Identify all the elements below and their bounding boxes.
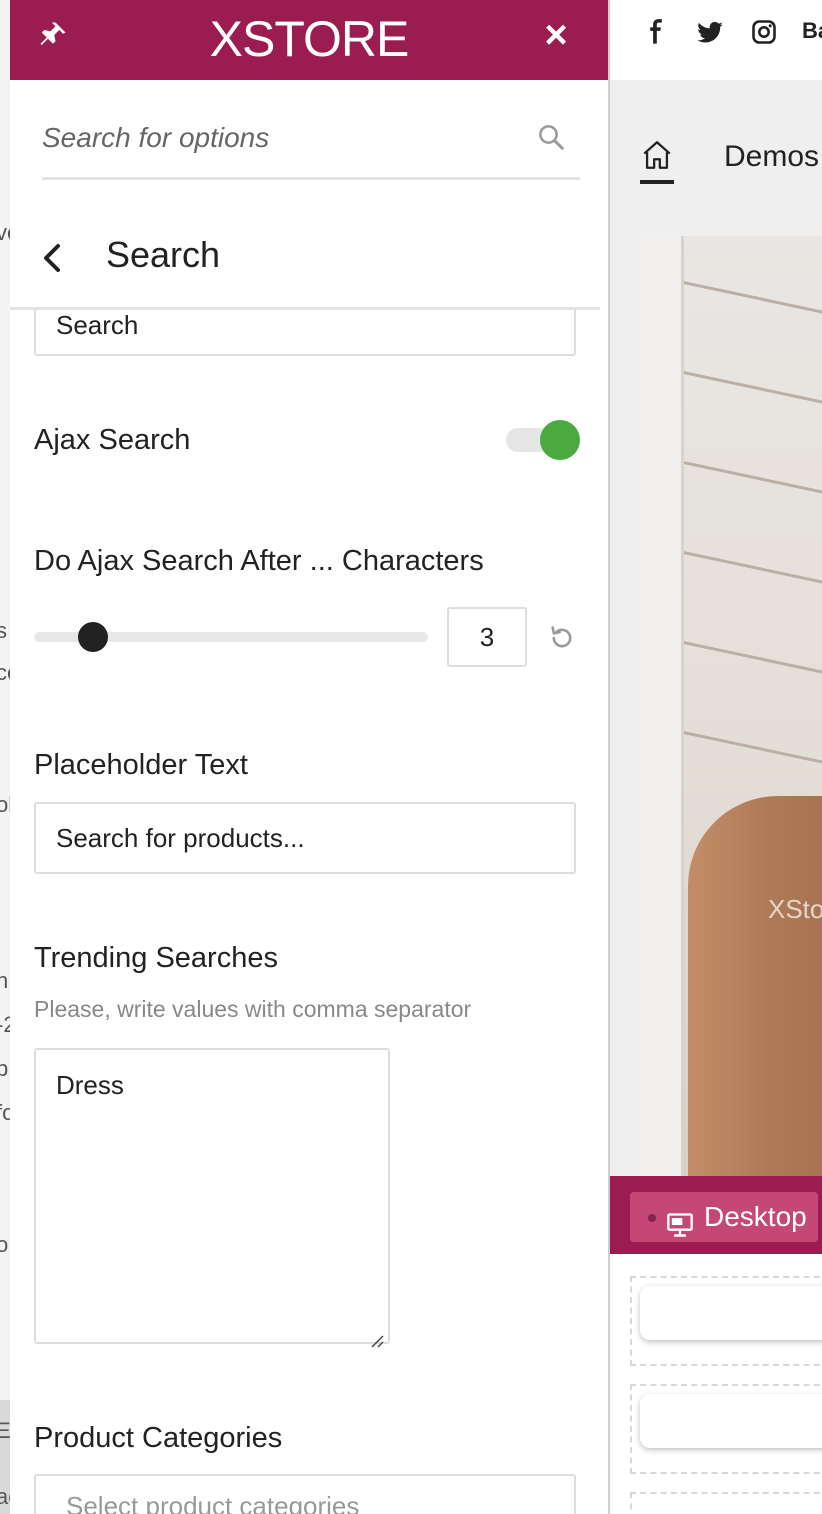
- wooden-post: [640, 236, 684, 1180]
- twitter-icon[interactable]: [696, 18, 724, 46]
- home-icon[interactable]: [640, 138, 674, 172]
- desktop-device-label: Desktop: [704, 1201, 807, 1232]
- builder-slot[interactable]: [630, 1384, 822, 1474]
- device-indicator-dot: [648, 1214, 656, 1222]
- background-text-fragment: s: [0, 618, 7, 643]
- background-text-fragment: E: [0, 1418, 10, 1443]
- wood-plank-line: [684, 461, 822, 494]
- background-text-fragment: oh: [0, 792, 10, 817]
- ajax-search-label: Ajax Search: [34, 424, 191, 456]
- nav-demos-link[interactable]: Demos: [724, 140, 819, 174]
- trending-searches-textarea[interactable]: Dress: [34, 1048, 390, 1348]
- background-text-fragment: p: [0, 1056, 9, 1081]
- trending-searches-label: Trending Searches: [34, 942, 278, 974]
- image-watermark: XSto: [768, 894, 822, 924]
- background-text-fragment: -2: [0, 1012, 10, 1037]
- section-title: Search: [106, 234, 221, 275]
- placeholder-text-input[interactable]: Search for products...: [34, 802, 576, 874]
- ajax-search-toggle[interactable]: [506, 420, 580, 460]
- desktop-device-button[interactable]: Desktop: [630, 1192, 818, 1242]
- background-text-fragment: ce: [0, 660, 10, 685]
- topbar-truncated-text: Ba: [802, 18, 822, 43]
- wood-plank-line: [684, 641, 822, 674]
- customizer-panel: XSTORE × Search Search Ajax Search Do Aj…: [10, 0, 608, 1514]
- search-icon[interactable]: [536, 122, 566, 152]
- product-categories-label: Product Categories: [34, 1422, 283, 1454]
- hero-image: XSto: [640, 236, 822, 1216]
- search-options-input[interactable]: [42, 116, 522, 160]
- ajax-chars-label: Do Ajax Search After ... Characters: [34, 545, 484, 577]
- trending-searches-description: Please, write values with comma separato…: [34, 996, 472, 1022]
- builder-element[interactable]: [640, 1286, 822, 1340]
- preview-topbar: Ba: [610, 0, 822, 80]
- panel-header: XSTORE ×: [10, 0, 608, 80]
- slider-thumb[interactable]: [78, 622, 109, 652]
- instagram-icon[interactable]: [750, 18, 778, 46]
- ajax-chars-slider[interactable]: [34, 620, 428, 654]
- product-categories-select[interactable]: Select product categories: [34, 1474, 576, 1514]
- wood-plank-line: [684, 281, 822, 314]
- wood-plank-line: [684, 551, 822, 584]
- wood-plank-line: [684, 371, 822, 404]
- placeholder-text-label: Placeholder Text: [34, 749, 248, 781]
- brand-logo: XSTORE: [209, 11, 410, 67]
- background-text-fragment: o: [0, 1232, 9, 1257]
- home-active-underline: [640, 180, 674, 184]
- builder-slot[interactable]: [630, 1276, 822, 1366]
- back-arrow-icon[interactable]: [38, 238, 68, 278]
- options-search: [42, 100, 580, 180]
- trending-searches-value: Dress: [56, 1070, 124, 1100]
- close-icon[interactable]: ×: [540, 15, 572, 55]
- facebook-icon[interactable]: [642, 18, 670, 46]
- background-text-fragment: ve: [0, 220, 10, 245]
- background-text-fragment: fo: [0, 1100, 10, 1125]
- monitor-icon: [666, 1204, 694, 1237]
- wood-plank-line: [684, 731, 822, 764]
- background-text-fragment: ac: [0, 1484, 10, 1509]
- model-shoulder: [688, 796, 822, 1216]
- toggle-knob: [540, 420, 580, 460]
- builder-element[interactable]: [640, 1394, 822, 1448]
- builder-slot[interactable]: [630, 1492, 822, 1514]
- reset-icon[interactable]: [548, 624, 576, 652]
- site-preview: Ba Demos XSto Desktop: [608, 0, 822, 1514]
- ajax-chars-number-input[interactable]: 3: [447, 607, 527, 667]
- device-switcher-bar: Desktop: [610, 1176, 822, 1254]
- background-text-fragment: n: [0, 968, 9, 993]
- background-page-strip: ve s ce oh n -2 p fo o E ac: [0, 0, 10, 1514]
- resize-handle-icon[interactable]: [370, 1324, 384, 1348]
- section-header: Search: [10, 210, 600, 310]
